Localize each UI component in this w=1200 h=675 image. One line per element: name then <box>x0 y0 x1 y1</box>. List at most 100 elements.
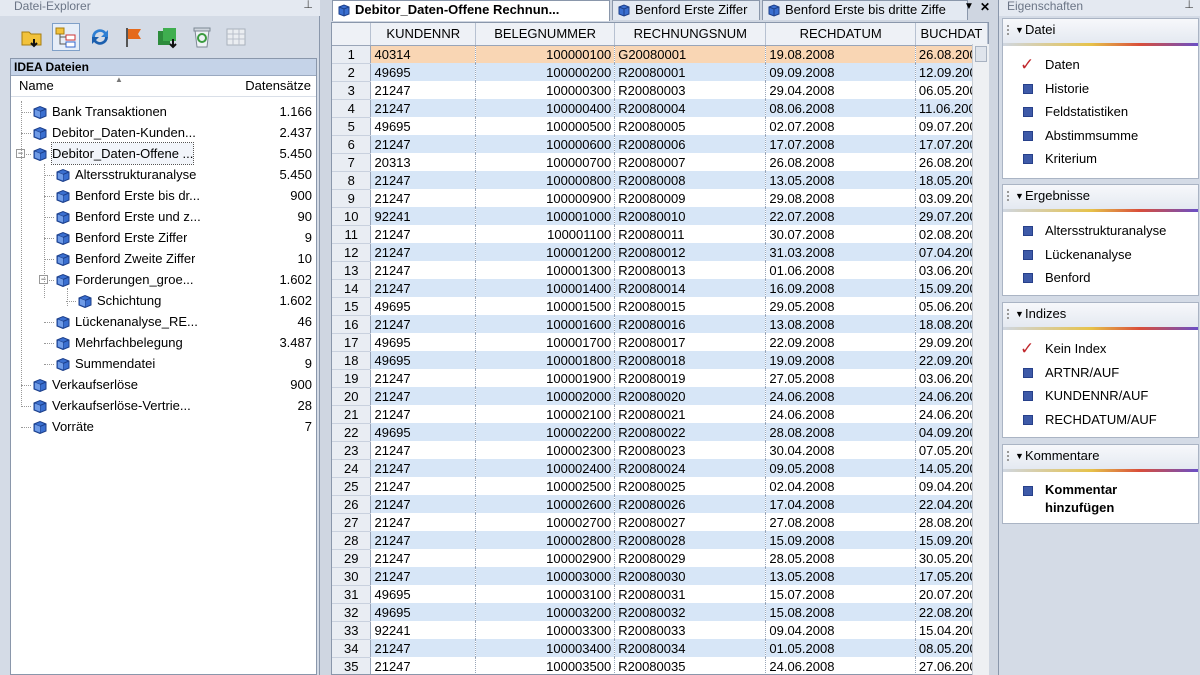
table-cell[interactable]: 09.09.2008 <box>765 63 916 81</box>
row-number[interactable]: 9 <box>332 189 372 208</box>
table-cell[interactable]: 100001500 <box>475 297 616 315</box>
table-cell[interactable]: R20080032 <box>614 603 767 621</box>
table-cell[interactable]: 22.07.2008 <box>765 207 916 225</box>
table-cell[interactable]: 100000100 <box>475 45 616 63</box>
tree-item[interactable]: Benford Zweite Ziffer 10 <box>11 248 316 269</box>
table-cell[interactable]: 100002600 <box>475 495 616 513</box>
table-row[interactable]: 33 92241 100003300 R20080033 09.04.2008 15.04… <box>332 621 988 640</box>
table-row[interactable]: 29 21247 100002900 R20080029 28.05.2008 30.05… <box>332 549 988 568</box>
table-cell[interactable]: 28.08.2008 <box>765 423 916 441</box>
table-cell[interactable]: 29.04.2008 <box>765 81 916 99</box>
table-cell[interactable]: 29.05.2008 <box>765 297 916 315</box>
column-header[interactable]: RECHDATUM <box>765 23 916 46</box>
table-cell[interactable]: R20080010 <box>614 207 767 225</box>
table-cell[interactable]: 100001600 <box>475 315 616 333</box>
drag-grip-icon[interactable] <box>1007 191 1011 201</box>
table-cell[interactable]: R20080006 <box>614 135 767 153</box>
tab-debitor-daten[interactable]: Debitor_Daten-Offene Rechnun... <box>332 0 610 21</box>
row-number[interactable]: 18 <box>332 351 372 370</box>
row-number[interactable]: 16 <box>332 315 372 334</box>
table-row[interactable]: 6 21247 100000600 R20080006 17.07.2008 17.07.… <box>332 135 988 154</box>
flag-icon[interactable] <box>120 23 148 51</box>
property-link[interactable]: Abstimmsumme <box>1021 126 1138 146</box>
vertical-scrollbar[interactable] <box>972 44 989 675</box>
row-number[interactable]: 26 <box>332 495 372 514</box>
table-cell[interactable]: 21247 <box>370 135 477 153</box>
table-cell[interactable]: 09.05.2008 <box>765 459 916 477</box>
table-cell[interactable]: 26.08.2008 <box>765 153 916 171</box>
table-cell[interactable]: 21247 <box>370 189 477 207</box>
table-cell[interactable]: R20080026 <box>614 495 767 513</box>
tree-item[interactable]: − Forderungen_groe... 1.602 <box>11 269 316 290</box>
table-cell[interactable]: 21247 <box>370 657 477 674</box>
table-cell[interactable]: 100001000 <box>475 207 616 225</box>
table-cell[interactable]: 29.08.2008 <box>765 189 916 207</box>
row-number[interactable]: 1 <box>332 45 372 64</box>
property-link[interactable]: KUNDENNR/AUF <box>1021 386 1148 406</box>
open-folder-icon[interactable] <box>18 23 46 51</box>
table-cell[interactable]: R20080033 <box>614 621 767 639</box>
table-row[interactable]: 4 21247 100000400 R20080004 08.06.2008 11.06.… <box>332 99 988 118</box>
tree-item[interactable]: Altersstrukturanalyse 5.450 <box>11 164 316 185</box>
table-row[interactable]: 26 21247 100002600 R20080026 17.04.2008 22.04… <box>332 495 988 514</box>
table-cell[interactable]: 100000400 <box>475 99 616 117</box>
section-header[interactable]: ▼ Indizes <box>1003 303 1198 327</box>
property-link[interactable]: Benford <box>1021 268 1091 288</box>
table-cell[interactable]: R20080005 <box>614 117 767 135</box>
table-cell[interactable]: R20080001 <box>614 63 767 81</box>
property-link[interactable]: ✓ Daten <box>1020 55 1080 75</box>
table-cell[interactable]: R20080017 <box>614 333 767 351</box>
table-row[interactable]: 14 21247 100001400 R20080014 16.09.2008 15.09… <box>332 279 988 298</box>
table-cell[interactable]: 01.05.2008 <box>765 639 916 657</box>
table-cell[interactable]: 21247 <box>370 225 477 243</box>
property-link[interactable]: ARTNR/AUF <box>1021 363 1119 383</box>
table-cell[interactable]: 27.05.2008 <box>765 369 916 387</box>
table-cell[interactable]: 21247 <box>370 567 477 585</box>
row-number[interactable]: 11 <box>332 225 372 244</box>
table-cell[interactable]: R20080014 <box>614 279 767 297</box>
table-cell[interactable]: 28.05.2008 <box>765 549 916 567</box>
tree-item[interactable]: Verkaufserlöse 900 <box>11 374 316 395</box>
table-cell[interactable]: 24.06.2008 <box>765 405 916 423</box>
collapse-triangle-icon[interactable]: ▼ <box>1015 445 1024 467</box>
row-number[interactable]: 35 <box>332 657 372 674</box>
row-number[interactable]: 15 <box>332 297 372 316</box>
table-cell[interactable]: R20080004 <box>614 99 767 117</box>
table-cell[interactable]: 24.06.2008 <box>765 387 916 405</box>
property-link[interactable]: ✓ Kein Index <box>1020 339 1106 359</box>
tab-menu-icon[interactable]: ▼ <box>964 1 974 12</box>
table-cell[interactable]: 100002000 <box>475 387 616 405</box>
table-row[interactable]: 21 21247 100002100 R20080021 24.06.2008 24.06… <box>332 405 988 424</box>
table-row[interactable]: 34 21247 100003400 R20080034 01.05.2008 08.05… <box>332 639 988 658</box>
scrollbar-thumb[interactable] <box>975 46 987 62</box>
table-row[interactable]: 13 21247 100001300 R20080013 01.06.2008 03.06… <box>332 261 988 280</box>
table-cell[interactable]: 30.07.2008 <box>765 225 916 243</box>
table-cell[interactable]: 21247 <box>370 495 477 513</box>
recycle-bin-icon[interactable] <box>188 23 216 51</box>
tree-item[interactable]: Bank Transaktionen 1.166 <box>11 101 316 122</box>
row-number[interactable]: 5 <box>332 117 372 136</box>
row-number[interactable]: 2 <box>332 63 372 82</box>
table-cell[interactable]: 100002300 <box>475 441 616 459</box>
table-cell[interactable]: R20080030 <box>614 567 767 585</box>
table-cell[interactable]: 100000800 <box>475 171 616 189</box>
table-cell[interactable]: 100001900 <box>475 369 616 387</box>
row-number[interactable]: 3 <box>332 81 372 100</box>
table-cell[interactable]: 49695 <box>370 603 477 621</box>
row-number[interactable]: 25 <box>332 477 372 496</box>
table-cell[interactable]: 49695 <box>370 333 477 351</box>
table-row[interactable]: 17 49695 100001700 R20080017 22.09.2008 29.09… <box>332 333 988 352</box>
table-cell[interactable]: 100002100 <box>475 405 616 423</box>
table-cell[interactable]: R20080012 <box>614 243 767 261</box>
table-cell[interactable]: R20080022 <box>614 423 767 441</box>
row-number[interactable]: 33 <box>332 621 372 640</box>
table-cell[interactable]: R20080029 <box>614 549 767 567</box>
property-link[interactable]: Lückenanalyse <box>1021 245 1132 265</box>
table-cell[interactable]: 100001100 <box>475 225 616 243</box>
table-cell[interactable]: R20080008 <box>614 171 767 189</box>
table-cell[interactable]: 02.04.2008 <box>765 477 916 495</box>
table-cell[interactable]: 100003400 <box>475 639 616 657</box>
table-cell[interactable]: G20080001 <box>614 45 767 63</box>
table-cell[interactable]: 100000900 <box>475 189 616 207</box>
column-record-count[interactable]: Datensätze <box>231 76 316 96</box>
